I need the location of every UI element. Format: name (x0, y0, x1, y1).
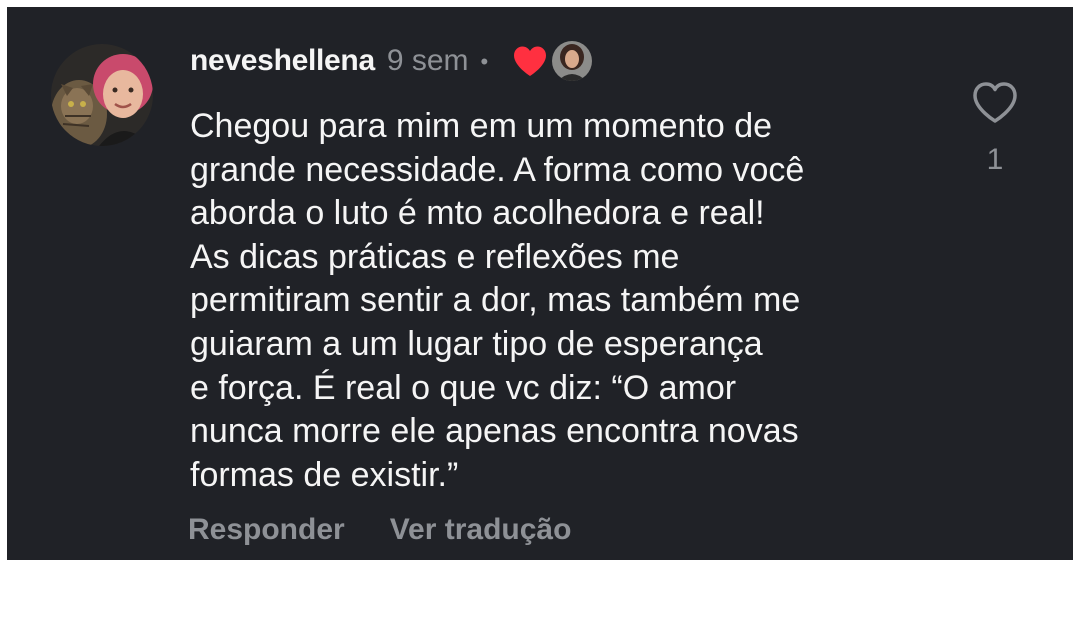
comment-text: Chegou para mim em um momento de grande … (190, 107, 805, 494)
comment-card: neveshellena 9 sem • Chegou para mim em … (7, 7, 1073, 560)
username[interactable]: neveshellena (190, 44, 375, 78)
user-avatar[interactable] (51, 44, 153, 146)
red-heart-icon (512, 45, 548, 77)
separator-dot: • (480, 49, 489, 74)
author-avatar (552, 41, 593, 81)
translate-button[interactable]: Ver tradução (390, 513, 572, 547)
heart-outline-icon[interactable] (971, 81, 1019, 125)
reply-button[interactable]: Responder (188, 513, 345, 547)
comment-actions: Responder Ver tradução (188, 513, 571, 547)
comment-header: neveshellena 9 sem • (190, 41, 593, 81)
timestamp: 9 sem (386, 44, 469, 77)
like-count: 1 (986, 143, 1004, 176)
